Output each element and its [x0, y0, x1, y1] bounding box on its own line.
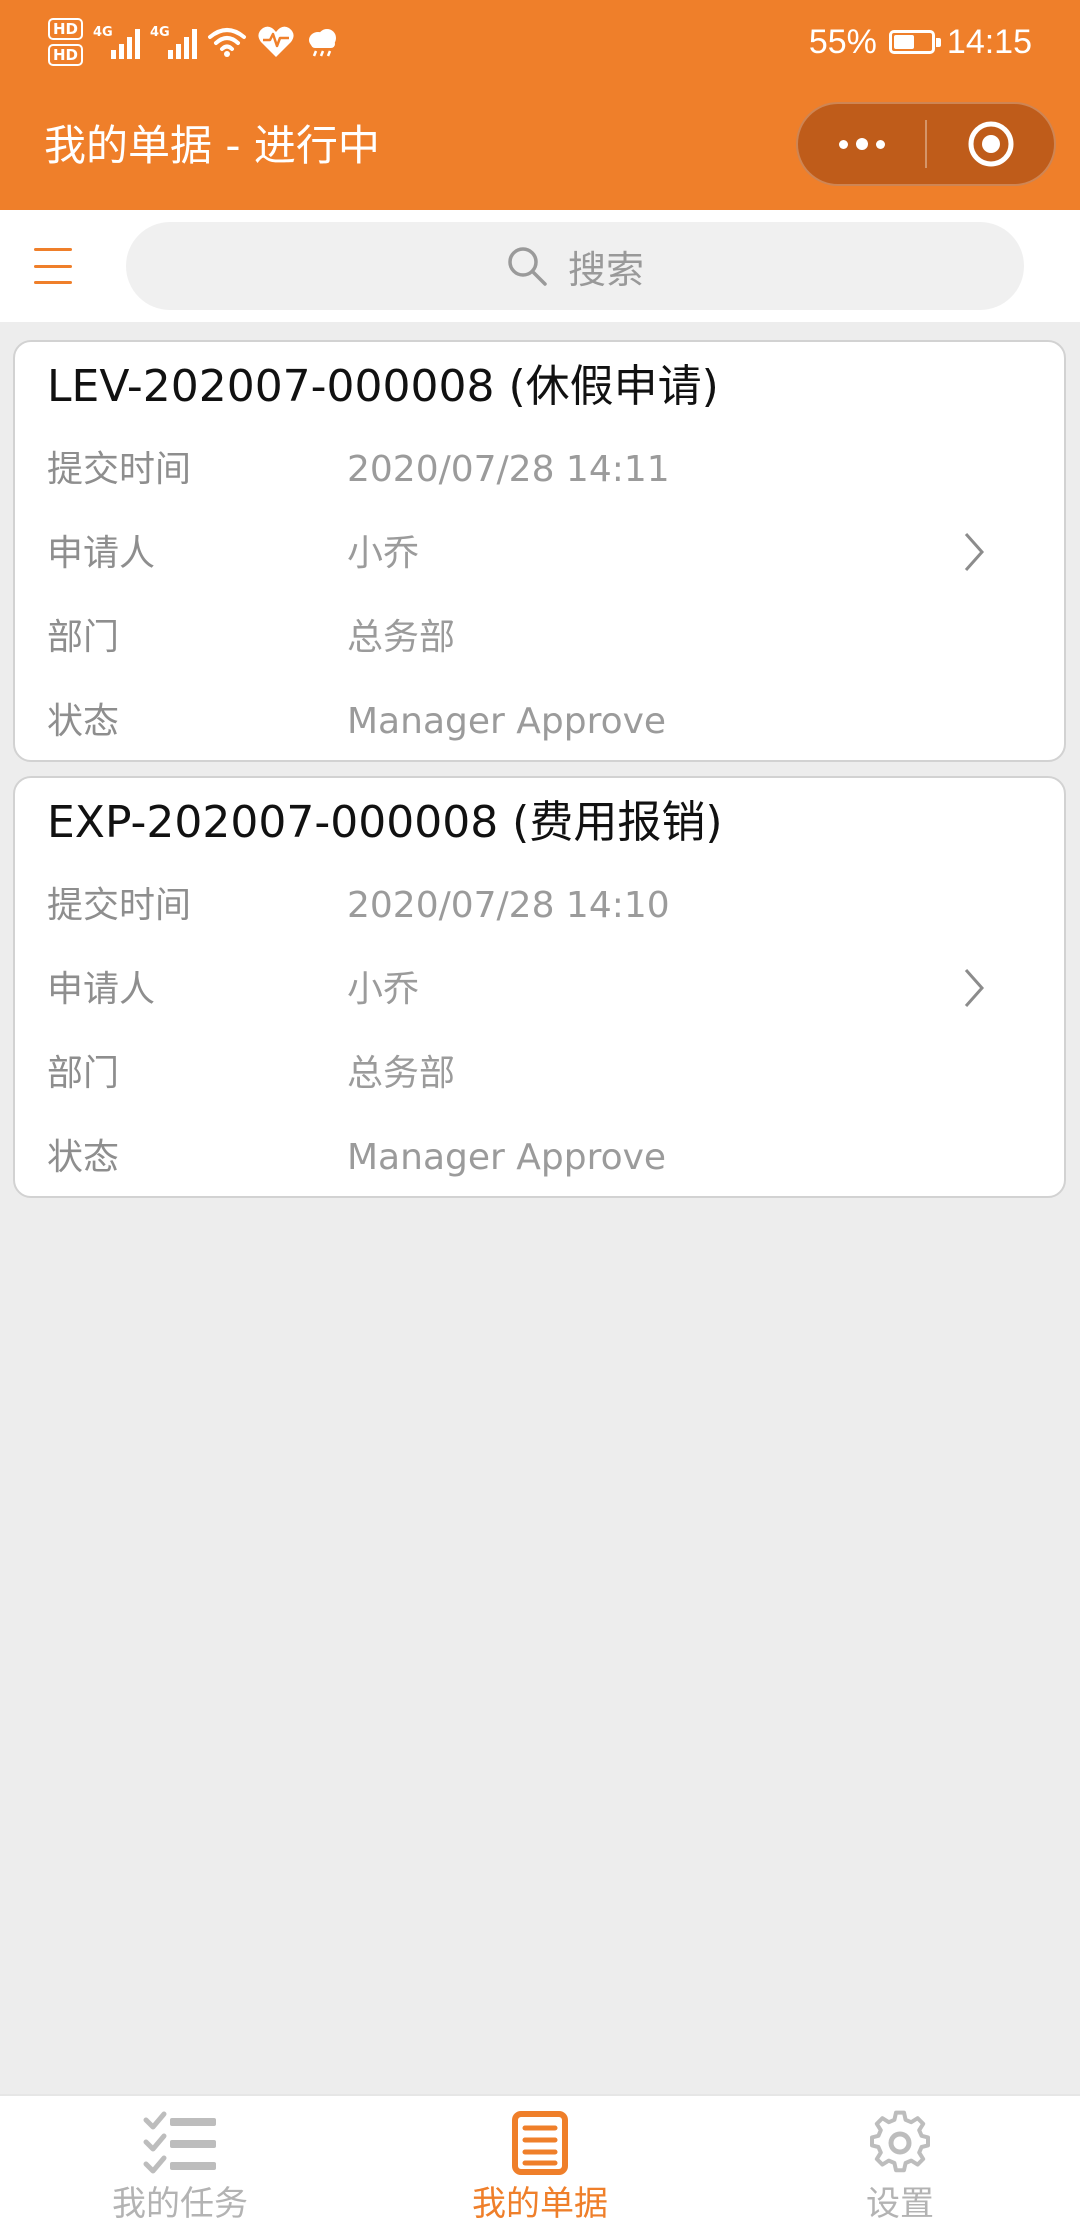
- signal-icon: 4G: [150, 25, 198, 59]
- close-miniprogram-button[interactable]: [927, 104, 1054, 184]
- tab-label: 设置: [866, 2184, 934, 2224]
- field-value: Manager Approve: [347, 701, 667, 742]
- battery-icon: [888, 30, 941, 54]
- field-row-submit-time: 提交时间 2020/07/28 14:11: [47, 442, 947, 498]
- page-title: 我的单据 - 进行中: [44, 121, 380, 170]
- field-label: 状态: [47, 701, 120, 742]
- sim2-network-label: 4G: [150, 25, 170, 40]
- status-bar-left: HD HD 4G 4G: [48, 12, 339, 72]
- battery-percent: 55%: [808, 22, 877, 61]
- hd1-badge: HD: [48, 18, 84, 40]
- search-bar: 搜索: [0, 210, 1080, 322]
- signal-icon: 4G: [93, 25, 141, 59]
- sim1-network-label: 4G: [93, 25, 113, 40]
- field-row-applicant: 申请人 小乔: [47, 962, 947, 1018]
- more-dots-icon: [838, 138, 885, 150]
- field-label: 提交时间: [47, 885, 192, 926]
- clock: 14:15: [946, 22, 1032, 61]
- search-input[interactable]: 搜索: [126, 222, 1024, 310]
- tab-label: 我的任务: [112, 2184, 248, 2224]
- field-value: 总务部: [347, 1053, 456, 1094]
- field-row-status: 状态 Manager Approve: [47, 694, 947, 750]
- wifi-icon: [208, 28, 247, 57]
- battery-fill: [893, 35, 914, 49]
- document-card[interactable]: EXP-202007-000008 (费用报销) 提交时间 2020/07/28…: [13, 776, 1066, 1198]
- chevron-right-icon: [964, 533, 985, 571]
- document-card[interactable]: LEV-202007-000008 (休假申请) 提交时间 2020/07/28…: [13, 340, 1066, 762]
- card-title: EXP-202007-000008 (费用报销): [47, 797, 723, 848]
- field-row-department: 部门 总务部: [47, 610, 947, 666]
- tab-label: 我的单据: [472, 2184, 608, 2224]
- tab-my-tasks[interactable]: 我的任务: [60, 2110, 300, 2228]
- field-label: 部门: [47, 617, 120, 658]
- tab-settings[interactable]: 设置: [780, 2110, 1020, 2228]
- field-value: 小乔: [347, 969, 420, 1010]
- miniprogram-capsule: [796, 102, 1056, 186]
- gear-icon: [869, 2110, 931, 2173]
- field-label: 申请人: [47, 969, 156, 1010]
- hd-indicator: HD HD: [48, 18, 84, 66]
- field-label: 申请人: [47, 533, 156, 574]
- search-placeholder: 搜索: [567, 247, 644, 292]
- health-icon: [258, 26, 294, 57]
- field-row-applicant: 申请人 小乔: [47, 526, 947, 582]
- field-value: 总务部: [347, 617, 456, 658]
- field-label: 部门: [47, 1053, 120, 1094]
- tab-bar: 我的任务 我的单据 设置: [0, 2094, 1080, 2240]
- field-value: 小乔: [347, 533, 420, 574]
- field-label: 状态: [47, 1137, 120, 1178]
- more-button[interactable]: [798, 104, 925, 184]
- field-row-department: 部门 总务部: [47, 1046, 947, 1102]
- status-bar-right: 55% 14:15: [809, 14, 1032, 70]
- field-value: 2020/07/28 14:10: [347, 885, 670, 926]
- hd2-badge: HD: [48, 44, 84, 66]
- field-label: 提交时间: [47, 449, 192, 490]
- chevron-right-icon: [964, 969, 985, 1007]
- field-value: 2020/07/28 14:11: [347, 449, 670, 490]
- weather-cloud-icon: [309, 29, 337, 57]
- task-list-icon: [143, 2111, 216, 2174]
- field-row-submit-time: 提交时间 2020/07/28 14:10: [47, 878, 947, 934]
- title-bar: HD HD 4G 4G 55% 14:15 我的单据 - 进行中: [0, 0, 1080, 210]
- card-title: LEV-202007-000008 (休假申请): [47, 361, 719, 412]
- tab-my-documents[interactable]: 我的单据: [420, 2110, 660, 2228]
- search-icon: [508, 247, 547, 286]
- field-row-status: 状态 Manager Approve: [47, 1130, 947, 1186]
- document-icon: [512, 2111, 568, 2175]
- field-value: Manager Approve: [347, 1137, 667, 1178]
- target-circle-icon: [968, 121, 1013, 167]
- menu-icon[interactable]: [34, 248, 72, 284]
